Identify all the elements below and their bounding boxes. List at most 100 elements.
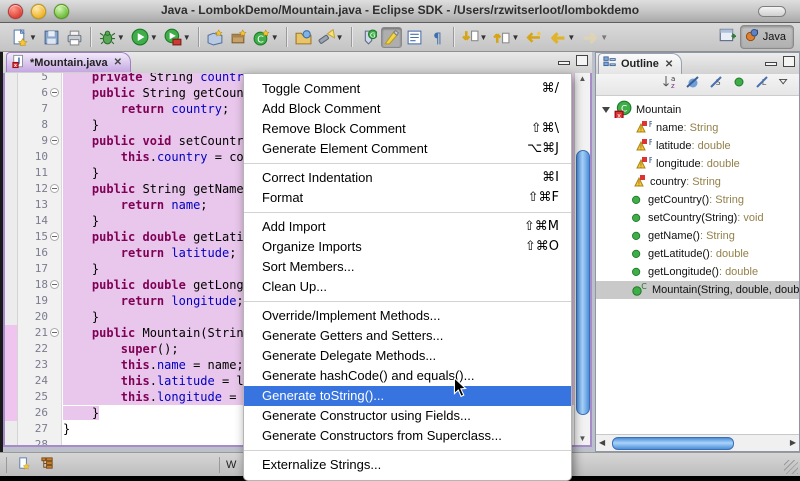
editor-tab-mountain-java[interactable]: Jx *Mountain.java ✕ <box>6 52 131 72</box>
show-whitespace-button[interactable]: ¶ <box>427 27 448 48</box>
menu-item-generate-element-comment[interactable]: Generate Element Comment⌥⌘J <box>244 139 571 159</box>
outline-close-icon[interactable]: ✕ <box>665 59 673 70</box>
fold-collapse-icon[interactable] <box>50 232 59 241</box>
tree-expander-icon[interactable] <box>602 107 610 113</box>
scroll-right-arrow[interactable]: ▶ <box>790 437 796 449</box>
dropdown-arrow-icon[interactable]: ▼ <box>183 33 191 42</box>
segments-button[interactable] <box>404 27 425 48</box>
show-structure-icon[interactable] <box>40 456 55 474</box>
menu-item-generate-constructors-from-superclass[interactable]: Generate Constructors from Superclass... <box>244 426 571 446</box>
minimize-outline-button[interactable] <box>765 62 777 66</box>
open-type-button[interactable] <box>293 27 314 48</box>
menu-item-generate-delegate-methods[interactable]: Generate Delegate Methods... <box>244 346 571 366</box>
fast-view-icon[interactable] <box>17 456 32 474</box>
hide-fields-button[interactable] <box>685 74 701 95</box>
menu-item-clean-up[interactable]: Clean Up... <box>244 277 571 297</box>
new-wizard-button[interactable]: ▼ <box>9 27 39 48</box>
outline-item-getcountry[interactable]: getCountry() : String <box>596 191 799 209</box>
fold-collapse-icon[interactable] <box>50 328 59 337</box>
java-perspective-button[interactable]: J Java <box>740 25 794 49</box>
dropdown-arrow-icon[interactable]: ▼ <box>600 33 608 42</box>
menu-item-toggle-comment[interactable]: Toggle Comment⌘/ <box>244 79 571 99</box>
menu-item-label: Add Import <box>262 217 326 237</box>
dropdown-arrow-icon[interactable]: ▼ <box>567 33 575 42</box>
view-menu-button[interactable] <box>777 75 791 94</box>
forward-button[interactable]: ▼ <box>579 27 610 48</box>
menu-separator <box>244 163 571 164</box>
run-button[interactable]: ▼ <box>129 26 160 48</box>
scroll-left-arrow[interactable]: ◀ <box>599 437 605 449</box>
search-button[interactable]: ▼ <box>316 27 346 48</box>
outline-item-mountain-string-double-double[interactable]: CMountain(String, double, double) <box>596 281 799 299</box>
fold-collapse-icon[interactable] <box>50 184 59 193</box>
dropdown-arrow-icon[interactable]: ▼ <box>511 33 519 42</box>
menu-item-correct-indentation[interactable]: Correct Indentation⌘I <box>244 168 571 188</box>
menu-item-generate-getters-and-setters[interactable]: Generate Getters and Setters... <box>244 326 571 346</box>
horizontal-scroll-thumb[interactable] <box>612 437 734 450</box>
editor-vertical-scrollbar[interactable]: ▲ ▼ <box>574 73 590 445</box>
menu-item-remove-block-comment[interactable]: Remove Block Comment⇧⌘\ <box>244 119 571 139</box>
back-button[interactable]: ▼ <box>546 27 577 48</box>
dropdown-arrow-icon[interactable]: ▼ <box>480 33 488 42</box>
outline-horizontal-scrollbar[interactable]: ◀ ▶ <box>596 434 799 451</box>
dropdown-arrow-icon[interactable]: ▼ <box>117 33 125 42</box>
outline-tab[interactable]: Outline ✕ <box>598 53 682 74</box>
scroll-up-arrow[interactable]: ▲ <box>575 73 590 85</box>
last-edit-location-button[interactable] <box>523 27 544 48</box>
outline-item-getlongitude[interactable]: getLongitude() : double <box>596 263 799 281</box>
outline-item-country[interactable]: !country : String <box>596 173 799 191</box>
occurrences-button[interactable]: G <box>358 27 379 48</box>
outline-item-longitude[interactable]: !Flongitude : double <box>596 155 799 173</box>
hide-static-button[interactable]: S <box>708 74 724 95</box>
print-button[interactable] <box>64 27 85 48</box>
menu-item-shortcut: ⌥⌘J <box>527 139 559 159</box>
outline-item-getname[interactable]: getName() : String <box>596 227 799 245</box>
menu-separator <box>244 212 571 213</box>
menu-item-format[interactable]: Format⇧⌘F <box>244 188 571 208</box>
outline-item-setcountry-string[interactable]: setCountry(String) : void <box>596 209 799 227</box>
dropdown-arrow-icon[interactable]: ▼ <box>150 33 158 42</box>
menu-item-generate-tostring[interactable]: Generate toString()... <box>244 386 571 406</box>
menu-item-label: Override/Implement Methods... <box>262 306 440 326</box>
menu-item-sort-members[interactable]: Sort Members... <box>244 257 571 277</box>
menu-item-shortcut: ⌘I <box>542 168 559 188</box>
dropdown-arrow-icon[interactable]: ▼ <box>271 33 279 42</box>
outline-item-mountain[interactable]: CxMountain <box>596 101 799 119</box>
show-public-button[interactable] <box>731 74 747 95</box>
vertical-scroll-thumb[interactable] <box>576 150 590 415</box>
outline-item-name[interactable]: !Fname : String <box>596 119 799 137</box>
menu-item-organize-imports[interactable]: Organize Imports⇧⌘O <box>244 237 571 257</box>
fold-collapse-icon[interactable] <box>50 88 59 97</box>
fold-collapse-icon[interactable] <box>50 280 59 289</box>
minimize-editor-button[interactable] <box>558 61 570 65</box>
debug-button[interactable]: ▼ <box>97 27 127 48</box>
menu-item-add-import[interactable]: Add Import⇧⌘M <box>244 217 571 237</box>
hide-local-button[interactable]: L <box>754 74 770 95</box>
save-button[interactable] <box>41 27 62 48</box>
prev-annotation-button[interactable]: ▼ <box>491 27 521 48</box>
maximize-editor-button[interactable] <box>576 55 588 66</box>
outline-item-latitude[interactable]: !Flatitude : double <box>596 137 799 155</box>
sort-button[interactable]: az <box>662 74 678 95</box>
resize-grip[interactable] <box>784 460 798 474</box>
fold-collapse-icon[interactable] <box>50 136 59 145</box>
new-java-class-button[interactable]: C▼ <box>251 27 281 48</box>
next-annotation-button[interactable]: ▼ <box>460 27 490 48</box>
menu-item-externalize-strings[interactable]: Externalize Strings... <box>244 455 571 475</box>
new-java-project-button[interactable] <box>205 27 226 48</box>
toolbar-toggle-lozenge[interactable] <box>758 6 786 17</box>
scroll-down-arrow[interactable]: ▼ <box>575 433 590 445</box>
run-external-button[interactable]: ▼ <box>162 26 193 48</box>
dropdown-arrow-icon[interactable]: ▼ <box>29 33 37 42</box>
menu-item-override-implement-methods[interactable]: Override/Implement Methods... <box>244 306 571 326</box>
menu-item-generate-hashcode-and-equals[interactable]: Generate hashCode() and equals()... <box>244 366 571 386</box>
open-perspective-button[interactable] <box>718 26 736 49</box>
outline-item-getlatitude[interactable]: getLatitude() : double <box>596 245 799 263</box>
menu-item-generate-constructor-using-fields[interactable]: Generate Constructor using Fields... <box>244 406 571 426</box>
new-java-package-button[interactable] <box>228 27 249 48</box>
highlighter-button[interactable] <box>381 27 402 48</box>
tab-close-icon[interactable]: ✕ <box>114 57 122 68</box>
maximize-outline-button[interactable] <box>783 56 795 67</box>
dropdown-arrow-icon[interactable]: ▼ <box>336 33 344 42</box>
menu-item-add-block-comment[interactable]: Add Block Comment <box>244 99 571 119</box>
